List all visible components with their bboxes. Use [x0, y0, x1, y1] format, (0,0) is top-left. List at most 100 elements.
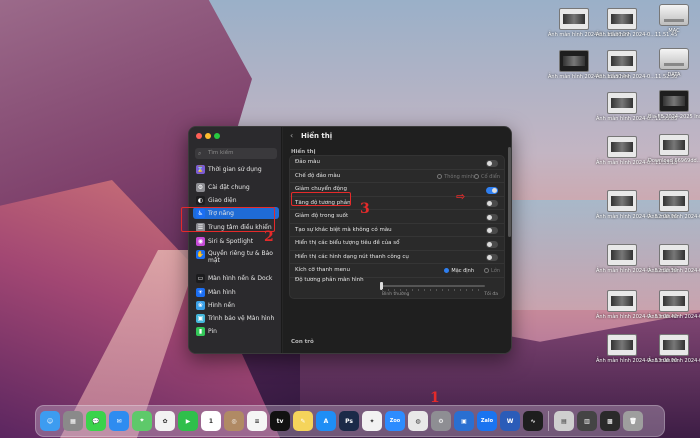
safari-icon[interactable]: ◍	[408, 411, 428, 431]
zoom-icon[interactable]: Zoo	[385, 411, 405, 431]
desktop-file-icon[interactable]: Ảnh màn hình 2024-0...13.05.42	[596, 290, 677, 320]
file-thumbnail-icon	[607, 290, 637, 312]
desktop-file-icon[interactable]: Bìa FB 2024-2025 Installer	[648, 90, 700, 120]
hourglass-icon: ⌛	[196, 164, 205, 174]
dock: ☺ ▦ 💬 ✉ ⌖ ✿ ▶ 1 ◎ ≡ tv ✎ A Ps ✦ Zoo ◍ ⚙ ▣ Zalo W ∿ ▤ ▥ ▩ 🗑	[35, 405, 665, 437]
desktop-file-label: Ảnh màn hình 2024-0...12.30.44	[548, 74, 630, 80]
step-number-2: 2	[264, 229, 274, 245]
toggle-switch[interactable]	[486, 213, 498, 221]
desktop-file-icon[interactable]: Ảnh màn hình 2024-0...13.06.00	[596, 334, 677, 364]
file-thumbnail-icon	[659, 334, 689, 356]
file-thumbnail-icon	[659, 190, 689, 212]
calendar-icon[interactable]: 1	[201, 411, 221, 431]
sidebar-item[interactable]: ✋ Quyền riêng tư & Bảo mật	[193, 248, 279, 268]
radio-option[interactable]: Lớn	[483, 268, 500, 274]
desktop-file-label: DATA	[667, 72, 681, 78]
toggle-switch[interactable]	[486, 240, 498, 248]
toggle-switch[interactable]	[486, 227, 498, 234]
arrow-icon: ⇨	[456, 190, 466, 203]
setting-row: Tạo sự khác biệt mà không có màu	[290, 224, 504, 237]
section-title-pointer: Con trỏ	[291, 339, 314, 345]
setting-row: Đảo màu	[290, 156, 504, 170]
recent-stack-icon[interactable]: ▥	[577, 411, 597, 431]
desktop-file-icon[interactable]: Ảnh màn hình 2024-0...11.53.05	[596, 92, 677, 122]
maps-icon[interactable]: ⌖	[132, 411, 152, 431]
sidebar-item[interactable]: ▮ Pin	[193, 325, 279, 337]
close-button[interactable]	[196, 133, 202, 139]
radio-option[interactable]: Cổ điển	[474, 173, 500, 180]
display-settings-group: Đảo màu Chế độ đảo màu Thông minh Cổ điển Gi…	[289, 155, 505, 299]
desktop-file-icon[interactable]: DATA	[648, 48, 700, 78]
zoom-button[interactable]	[214, 133, 220, 139]
desktop-file-icon[interactable]: Ảnh màn hình 2024-0...12.09.06	[596, 190, 678, 220]
desktop-file-icon[interactable]: Ảnh màn hình 2024-0...11.51.33	[648, 334, 700, 364]
photos-icon[interactable]: ✿	[155, 411, 175, 431]
messages-icon[interactable]: 💬	[86, 411, 106, 431]
desktop-file-icon[interactable]: Ảnh màn hình 2024-0...11.53.18	[596, 136, 678, 166]
sidebar-item[interactable]: ☀ Màn hình	[193, 286, 279, 298]
desktop-file-icon[interactable]: Ảnh màn hình 2024-0...13.26.27	[548, 8, 630, 38]
launchpad-icon[interactable]: ▦	[63, 411, 83, 431]
minimize-button[interactable]	[205, 133, 211, 139]
finder-icon[interactable]: ☺	[40, 411, 60, 431]
desktop-file-icon[interactable]: Ảnh màn hình 2024-0...11.51.45	[596, 8, 677, 38]
search-input[interactable]: ⌕ Tìm kiếm	[195, 148, 277, 159]
sidebar-item[interactable]: ▣ Trình bảo vệ Màn hình	[193, 312, 279, 324]
radio-option[interactable]: Mặc định	[444, 268, 474, 274]
search-placeholder: Tìm kiếm	[208, 150, 234, 156]
desktop-file-label: Ảnh màn hình 2024-0...11.53.16	[648, 268, 700, 274]
sidebar-item[interactable]: ⚙ Cài đặt chung	[193, 181, 279, 193]
desktop-file-icon[interactable]: Ảnh màn hình 2024-0...12.30.44	[548, 50, 630, 80]
scrollbar[interactable]	[508, 147, 511, 237]
gear-icon: ⚙	[196, 182, 205, 192]
file-thumbnail-icon	[607, 136, 637, 158]
desktop-file-label: Ảnh màn hình 2024-0...12.09.06	[596, 214, 678, 220]
desktop-file-icon[interactable]: Ảnh màn hình 2024-0...11.51.17	[648, 290, 700, 320]
toggle-switch[interactable]	[486, 159, 498, 167]
desktop-file-icon[interactable]: Ảnh màn hình 2024-0...11.53.16	[648, 244, 700, 274]
toggle-switch[interactable]	[486, 254, 498, 261]
mail-icon[interactable]: ✉	[109, 411, 129, 431]
radio-dot-icon	[474, 173, 480, 179]
contrast-slider-track[interactable]	[380, 284, 485, 287]
activity-monitor-icon[interactable]: ∿	[523, 411, 543, 431]
siri-icon: ◉	[196, 236, 205, 246]
photoshop-icon[interactable]: Ps	[339, 411, 359, 431]
zalo-icon[interactable]: Zalo	[477, 411, 497, 431]
radio-dot-icon	[483, 268, 489, 273]
appstore-icon[interactable]: A	[316, 411, 336, 431]
desktop-file-icon[interactable]: Download 66969dd...e.png	[648, 134, 700, 164]
sidebar-item[interactable]: ⌛ Thời gian sử dụng	[193, 163, 279, 175]
slider-min-label: Bình thường	[382, 291, 410, 297]
word-icon[interactable]: W	[500, 411, 520, 431]
sidebar-item-label: Hình nền	[208, 301, 235, 309]
toggle-switch[interactable]	[486, 200, 498, 207]
sidebar-item[interactable]: ◐ Giao diện	[193, 194, 279, 206]
chatgpt-icon[interactable]: ✦	[362, 411, 382, 431]
desktop-file-icon[interactable]: MAC	[648, 4, 700, 34]
toggle-switch[interactable]	[486, 186, 498, 194]
desktop-file-label: Ảnh màn hình 2024-0...13.26.27	[548, 32, 630, 38]
trash-icon[interactable]: 🗑	[623, 411, 643, 431]
screensaver-icon: ▣	[196, 313, 205, 323]
desktop-file-label: Download 66969dd...e.png	[648, 158, 700, 164]
sidebar-item[interactable]: ❀ Hình nền	[193, 299, 279, 311]
downloads-stack-icon[interactable]: ▤	[554, 411, 574, 431]
file-thumbnail-icon	[659, 134, 689, 156]
desktop-file-icon[interactable]: Ảnh màn hình 2024-0...11.52.30	[596, 50, 677, 80]
preview-icon[interactable]: ▣	[454, 411, 474, 431]
desktop-file-label: MAC	[668, 28, 680, 34]
radio-option[interactable]: Thông minh	[437, 173, 474, 180]
notes-icon[interactable]: ✎	[293, 411, 313, 431]
recent-stack-2-icon[interactable]: ▩	[600, 411, 620, 431]
desktop-file-icon[interactable]: Ảnh màn hình 2024-0...11.49.26	[648, 190, 700, 220]
contacts-icon[interactable]: ◎	[224, 411, 244, 431]
reminders-icon[interactable]: ≡	[247, 411, 267, 431]
appletv-icon[interactable]: tv	[270, 411, 290, 431]
facetime-icon[interactable]: ▶	[178, 411, 198, 431]
sidebar-item[interactable]: ▭ Màn hình nền & Dock	[193, 272, 279, 284]
system-settings-icon[interactable]: ⚙	[431, 411, 451, 431]
sidebar-item-label: Giao diện	[208, 196, 237, 204]
desktop-file-label: Ảnh màn hình 2024-0...11.53.18	[596, 160, 678, 166]
desktop-file-icon[interactable]: Ảnh màn hình 2024-0...12.55.59	[596, 244, 677, 274]
